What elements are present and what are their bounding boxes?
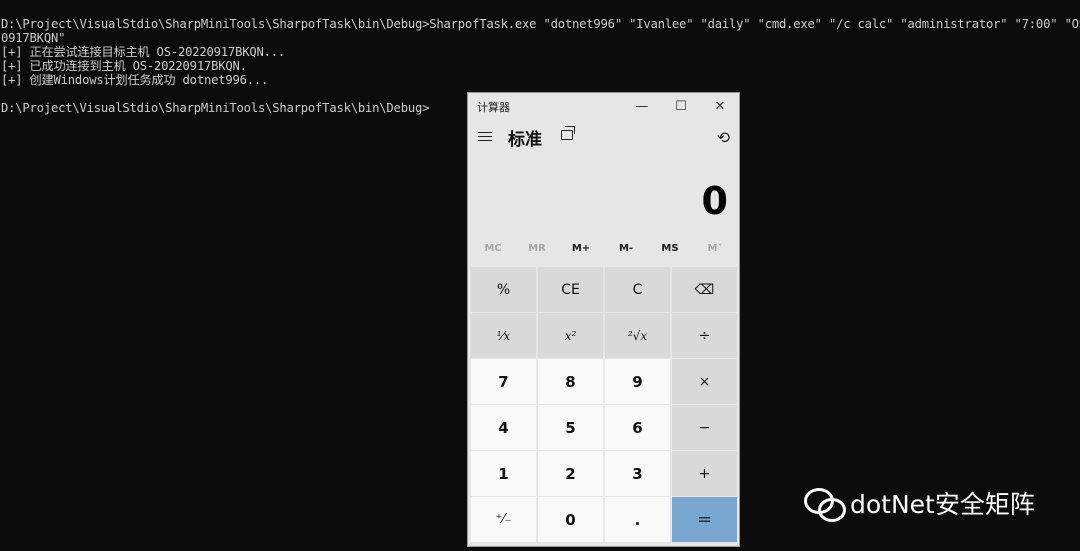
memory-recall-button[interactable]: MR bbox=[515, 243, 559, 254]
console-line-command-wrap: 0917BKQN" bbox=[1, 31, 66, 45]
digit-3-button[interactable]: 3 bbox=[605, 451, 670, 496]
digit-7-button[interactable]: 7 bbox=[471, 359, 536, 404]
calculator-title: 计算器 bbox=[477, 101, 510, 114]
reciprocal-button[interactable]: ¹⁄x bbox=[471, 313, 536, 358]
digit-8-button[interactable]: 8 bbox=[538, 359, 603, 404]
result-display: 0 bbox=[701, 179, 728, 223]
subtract-button[interactable]: − bbox=[672, 405, 737, 450]
console-prompt: D:\Project\VisualStdio\SharpMiniTools\Sh… bbox=[1, 101, 430, 115]
memory-row: MC MR M+ M- MS M˅ bbox=[471, 243, 737, 263]
watermark-text: dotNet安全矩阵 bbox=[850, 490, 1035, 519]
wechat-icon bbox=[804, 486, 846, 522]
equals-button[interactable]: = bbox=[672, 497, 737, 542]
digit-1-button[interactable]: 1 bbox=[471, 451, 536, 496]
console-line-task-created: [+] 创建Windows计划任务成功 dotnet996... bbox=[1, 73, 269, 87]
digit-0-button[interactable]: 0 bbox=[538, 497, 603, 542]
keep-on-top-icon[interactable] bbox=[561, 126, 575, 140]
decimal-button[interactable]: . bbox=[605, 497, 670, 542]
digit-5-button[interactable]: 5 bbox=[538, 405, 603, 450]
memory-clear-button[interactable]: MC bbox=[471, 243, 515, 254]
negate-button[interactable]: ⁺⁄₋ bbox=[471, 497, 536, 542]
calculator-header: 标准 ⟲ bbox=[468, 121, 739, 155]
close-button[interactable]: ✕ bbox=[700, 93, 740, 120]
mode-title: 标准 bbox=[508, 130, 542, 150]
add-button[interactable]: + bbox=[672, 451, 737, 496]
backspace-button[interactable]: ⌫ bbox=[672, 267, 737, 312]
maximize-button[interactable]: ☐ bbox=[661, 93, 701, 120]
minimize-button[interactable]: — bbox=[622, 93, 662, 120]
console-line-command: D:\Project\VisualStdio\SharpMiniTools\Sh… bbox=[1, 17, 1080, 31]
digit-4-button[interactable]: 4 bbox=[471, 405, 536, 450]
history-icon[interactable]: ⟲ bbox=[717, 128, 730, 147]
digit-6-button[interactable]: 6 bbox=[605, 405, 670, 450]
divide-button[interactable]: ÷ bbox=[672, 313, 737, 358]
memory-subtract-button[interactable]: M- bbox=[604, 243, 648, 254]
memory-add-button[interactable]: M+ bbox=[559, 243, 603, 254]
clear-button[interactable]: C bbox=[605, 267, 670, 312]
multiply-button[interactable]: × bbox=[672, 359, 737, 404]
watermark: dotNet安全矩阵 bbox=[804, 485, 1035, 522]
digit-2-button[interactable]: 2 bbox=[538, 451, 603, 496]
square-button[interactable]: x² bbox=[538, 313, 603, 358]
console-line-connecting: [+] 正在尝试连接目标主机 OS-20220917BKQN... bbox=[1, 45, 286, 59]
calculator-titlebar[interactable]: 计算器 — ☐ ✕ bbox=[468, 93, 739, 120]
percent-button[interactable]: % bbox=[471, 267, 536, 312]
memory-store-button[interactable]: MS bbox=[648, 243, 692, 254]
calculator-window[interactable]: 计算器 — ☐ ✕ 标准 ⟲ 0 MC MR M+ M- MS M˅ % CE … bbox=[467, 92, 740, 547]
square-root-button[interactable]: ²√x bbox=[605, 313, 670, 358]
memory-list-button[interactable]: M˅ bbox=[693, 243, 737, 254]
clear-entry-button[interactable]: CE bbox=[538, 267, 603, 312]
console-line-connected: [+] 已成功连接到主机 OS-20220917BKQN. bbox=[1, 59, 247, 73]
hamburger-menu-icon[interactable] bbox=[478, 129, 492, 143]
digit-9-button[interactable]: 9 bbox=[605, 359, 670, 404]
